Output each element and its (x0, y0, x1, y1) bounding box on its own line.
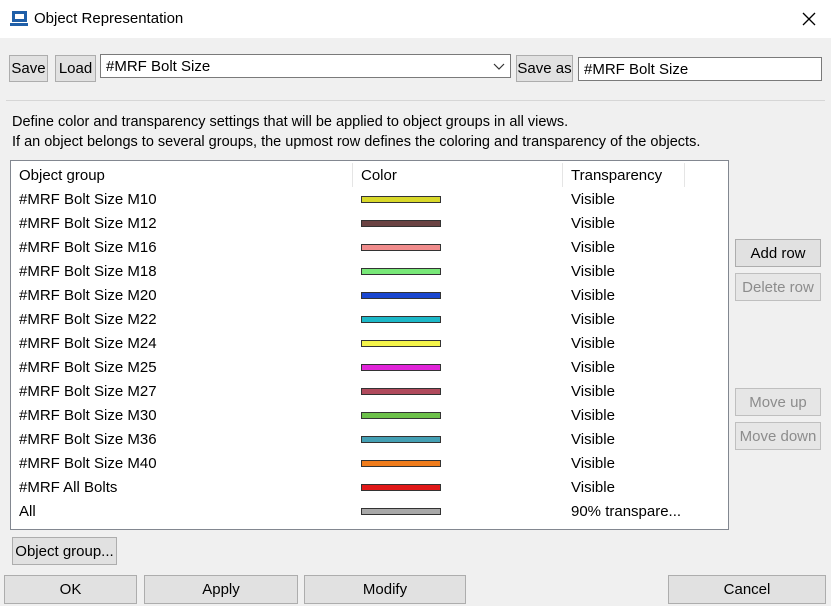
table-row[interactable]: #MRF Bolt Size M30 Visible (11, 404, 728, 428)
row-color-swatch[interactable] (361, 484, 441, 491)
row-object-group: #MRF Bolt Size M10 (19, 191, 157, 208)
table-row[interactable]: #MRF Bolt Size M36 Visible (11, 428, 728, 452)
table-row[interactable]: #MRF Bolt Size M27 Visible (11, 380, 728, 404)
row-transparency[interactable]: Visible (571, 431, 615, 448)
save-as-button[interactable]: Save as (516, 55, 573, 82)
table-row[interactable]: #MRF Bolt Size M16 Visible (11, 236, 728, 260)
row-transparency[interactable]: Visible (571, 479, 615, 496)
close-icon (802, 12, 816, 26)
table-row[interactable]: All 90% transpare... (11, 500, 728, 524)
row-object-group: #MRF Bolt Size M24 (19, 335, 157, 352)
row-color-swatch[interactable] (361, 292, 441, 299)
row-color-swatch[interactable] (361, 340, 441, 347)
add-row-button[interactable]: Add row (735, 239, 821, 267)
window-title: Object Representation (34, 10, 184, 27)
modify-button[interactable]: Modify (304, 575, 466, 604)
move-up-button[interactable]: Move up (735, 388, 821, 416)
row-object-group: #MRF Bolt Size M12 (19, 215, 157, 232)
row-object-group: #MRF Bolt Size M18 (19, 263, 157, 280)
row-transparency[interactable]: Visible (571, 239, 615, 256)
header-color[interactable]: Color (361, 167, 397, 184)
header-transparency[interactable]: Transparency (571, 167, 662, 184)
table-row[interactable]: #MRF Bolt Size M22 Visible (11, 308, 728, 332)
column-separator (352, 163, 353, 187)
table-row[interactable]: #MRF Bolt Size M10 Visible (11, 188, 728, 212)
row-transparency[interactable]: Visible (571, 311, 615, 328)
row-object-group: All (19, 503, 36, 520)
row-color-swatch[interactable] (361, 412, 441, 419)
save-button[interactable]: Save (9, 55, 48, 82)
table-row[interactable]: #MRF Bolt Size M12 Visible (11, 212, 728, 236)
row-color-swatch[interactable] (361, 460, 441, 467)
row-color-swatch[interactable] (361, 220, 441, 227)
row-color-swatch[interactable] (361, 196, 441, 203)
delete-row-button[interactable]: Delete row (735, 273, 821, 301)
row-object-group: #MRF Bolt Size M16 (19, 239, 157, 256)
row-color-swatch[interactable] (361, 508, 441, 515)
row-object-group: #MRF Bolt Size M22 (19, 311, 157, 328)
table-row[interactable]: #MRF Bolt Size M20 Visible (11, 284, 728, 308)
apply-button[interactable]: Apply (144, 575, 298, 604)
row-transparency[interactable]: Visible (571, 287, 615, 304)
table-row[interactable]: #MRF Bolt Size M40 Visible (11, 452, 728, 476)
table-row[interactable]: #MRF Bolt Size M25 Visible (11, 356, 728, 380)
row-color-swatch[interactable] (361, 316, 441, 323)
table-header: Object group Color Transparency (11, 161, 728, 188)
description-line-2: If an object belongs to several groups, … (12, 134, 701, 150)
move-down-button[interactable]: Move down (735, 422, 821, 450)
row-transparency[interactable]: 90% transpare... (571, 503, 681, 520)
title-bar: Object Representation (0, 0, 831, 38)
divider (6, 100, 825, 101)
ok-button[interactable]: OK (4, 575, 137, 604)
row-transparency[interactable]: Visible (571, 263, 615, 280)
description-line-1: Define color and transparency settings t… (12, 114, 569, 130)
row-object-group: #MRF Bolt Size M30 (19, 407, 157, 424)
row-color-swatch[interactable] (361, 364, 441, 371)
row-transparency[interactable]: Visible (571, 407, 615, 424)
column-separator (684, 163, 685, 187)
row-object-group: #MRF Bolt Size M25 (19, 359, 157, 376)
table-row[interactable]: #MRF All Bolts Visible (11, 476, 728, 500)
row-transparency[interactable]: Visible (571, 191, 615, 208)
save-as-name-value: #MRF Bolt Size (584, 61, 689, 78)
header-object-group[interactable]: Object group (19, 167, 105, 184)
row-transparency[interactable]: Visible (571, 215, 615, 232)
app-icon (10, 11, 28, 26)
cancel-button[interactable]: Cancel (668, 575, 826, 604)
table-row[interactable]: #MRF Bolt Size M18 Visible (11, 260, 728, 284)
object-group-button[interactable]: Object group... (12, 537, 117, 565)
row-transparency[interactable]: Visible (571, 455, 615, 472)
row-color-swatch[interactable] (361, 268, 441, 275)
settings-dropdown-value: #MRF Bolt Size (106, 58, 211, 75)
row-color-swatch[interactable] (361, 436, 441, 443)
save-as-name-field[interactable]: #MRF Bolt Size (578, 57, 822, 81)
chevron-down-icon (493, 63, 505, 70)
row-object-group: #MRF All Bolts (19, 479, 118, 496)
close-button[interactable] (795, 6, 823, 32)
row-object-group: #MRF Bolt Size M20 (19, 287, 157, 304)
column-separator (562, 163, 563, 187)
row-color-swatch[interactable] (361, 244, 441, 251)
row-transparency[interactable]: Visible (571, 383, 615, 400)
row-object-group: #MRF Bolt Size M36 (19, 431, 157, 448)
row-object-group: #MRF Bolt Size M27 (19, 383, 157, 400)
table-row[interactable]: #MRF Bolt Size M24 Visible (11, 332, 728, 356)
object-group-table[interactable]: Object group Color Transparency #MRF Bol… (10, 160, 729, 530)
settings-dropdown[interactable]: #MRF Bolt Size (100, 54, 511, 78)
row-color-swatch[interactable] (361, 388, 441, 395)
load-button[interactable]: Load (55, 55, 96, 82)
row-object-group: #MRF Bolt Size M40 (19, 455, 157, 472)
row-transparency[interactable]: Visible (571, 335, 615, 352)
row-transparency[interactable]: Visible (571, 359, 615, 376)
